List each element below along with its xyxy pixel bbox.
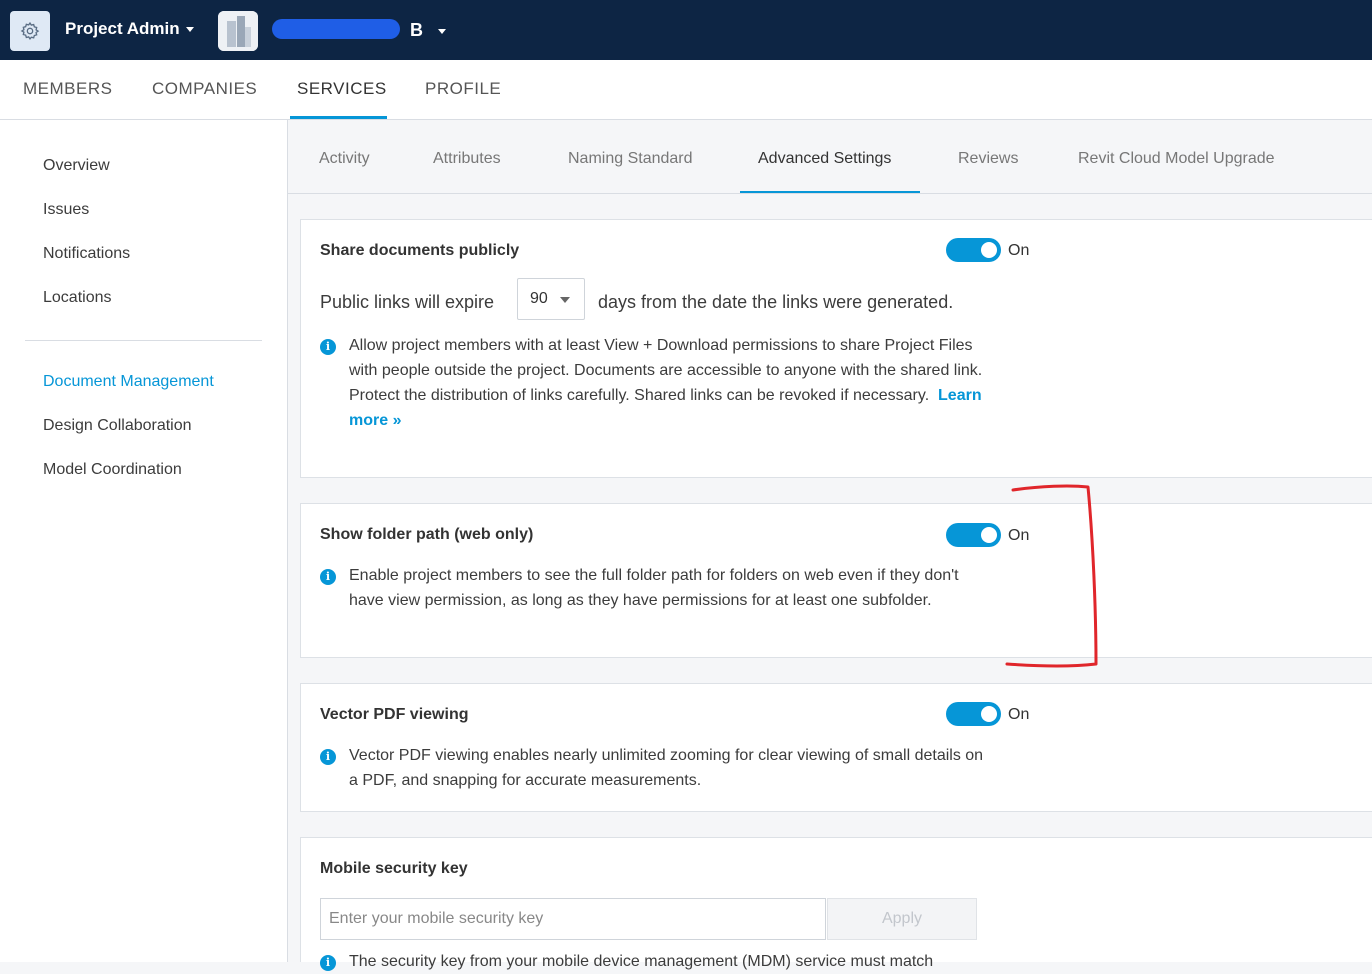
active-subtab-indicator xyxy=(740,191,920,193)
project-name[interactable]: B xyxy=(410,20,423,41)
vector-pdf-info: Vector PDF viewing enables nearly unlimi… xyxy=(349,747,984,789)
mobile-key-title: Mobile security key xyxy=(320,860,468,877)
redacted-project-name xyxy=(272,19,400,39)
share-documents-info: Allow project members with at least View… xyxy=(349,333,989,433)
toggle-knob xyxy=(981,706,997,722)
sidebar-item-overview[interactable]: Overview xyxy=(43,157,110,175)
expire-days-value: 90 xyxy=(530,290,548,307)
info-icon: i xyxy=(320,749,336,765)
subtab-activity[interactable]: Activity xyxy=(319,150,370,168)
subtab-reviews[interactable]: Reviews xyxy=(958,150,1018,168)
subtab-naming-standard[interactable]: Naming Standard xyxy=(568,150,693,168)
sidebar-item-design-collaboration[interactable]: Design Collaboration xyxy=(43,417,192,435)
share-info-line-1: Allow project members with at least View… xyxy=(349,337,983,379)
expire-label: Public links will expire xyxy=(320,292,495,312)
building-icon xyxy=(218,11,258,51)
tab-profile[interactable]: PROFILE xyxy=(425,79,501,99)
vector-pdf-toggle-label: On xyxy=(1008,706,1030,723)
sidebar-item-locations[interactable]: Locations xyxy=(43,289,112,307)
chevron-down-icon[interactable] xyxy=(438,29,446,34)
main-nav: MEMBERS COMPANIES SERVICES PROFILE xyxy=(0,60,1372,120)
vector-pdf-toggle[interactable] xyxy=(946,702,1001,726)
gear-icon xyxy=(20,21,40,41)
apply-button[interactable]: Apply xyxy=(827,898,977,940)
chevron-down-icon xyxy=(185,27,194,33)
mobile-key-card: Mobile security key Apply i The security… xyxy=(300,837,1372,971)
app-title-dropdown[interactable]: Project Admin xyxy=(65,19,194,39)
share-documents-card: Share documents publicly On Public links… xyxy=(300,219,1372,478)
share-documents-toggle[interactable] xyxy=(946,238,1001,262)
share-documents-title: Share documents publicly xyxy=(320,242,520,259)
folder-path-info: Enable project members to see the full f… xyxy=(349,567,959,609)
tab-services[interactable]: SERVICES xyxy=(297,79,387,99)
mobile-key-input[interactable] xyxy=(320,898,826,940)
info-icon: i xyxy=(320,339,336,355)
subtab-attributes[interactable]: Attributes xyxy=(433,150,501,168)
share-info-protect: Protect the distribution of links carefu… xyxy=(349,387,930,404)
subtab-revit-cloud-model-upgrade[interactable]: Revit Cloud Model Upgrade xyxy=(1078,150,1275,168)
folder-path-toggle-label: On xyxy=(1008,527,1030,544)
sidebar-item-issues[interactable]: Issues xyxy=(43,201,89,219)
chevron-down-icon xyxy=(560,297,570,303)
sub-tabs: Activity Attributes Naming Standard Adva… xyxy=(288,120,1372,194)
settings-gear-button[interactable] xyxy=(10,11,50,51)
project-thumbnail[interactable] xyxy=(218,11,258,51)
sidebar-item-notifications[interactable]: Notifications xyxy=(43,245,130,263)
tab-members[interactable]: MEMBERS xyxy=(23,79,112,99)
sidebar: Overview Issues Notifications Locations … xyxy=(0,120,288,962)
tab-companies[interactable]: COMPANIES xyxy=(152,79,257,99)
folder-path-title: Show folder path (web only) xyxy=(320,526,534,543)
sidebar-item-model-coordination[interactable]: Model Coordination xyxy=(43,461,182,479)
info-icon: i xyxy=(320,569,336,585)
vector-pdf-title: Vector PDF viewing xyxy=(320,706,469,723)
folder-path-card: Show folder path (web only) On i Enable … xyxy=(300,503,1372,658)
sidebar-item-document-management[interactable]: Document Management xyxy=(43,373,214,391)
app-title: Project Admin xyxy=(65,19,180,38)
active-tab-indicator xyxy=(290,116,387,119)
vector-pdf-card: Vector PDF viewing On i Vector PDF viewi… xyxy=(300,683,1372,812)
share-info-line-2: Protect the distribution of links carefu… xyxy=(349,383,989,433)
expire-suffix: days from the date the links were genera… xyxy=(598,292,954,312)
subtab-advanced-settings[interactable]: Advanced Settings xyxy=(758,150,891,168)
toggle-knob xyxy=(981,242,997,258)
expire-days-select[interactable]: 90 xyxy=(517,278,585,320)
top-bar: Project Admin B xyxy=(0,0,1372,60)
toggle-knob xyxy=(981,527,997,543)
folder-path-toggle[interactable] xyxy=(946,523,1001,547)
info-icon: i xyxy=(320,955,336,971)
sidebar-divider xyxy=(25,340,262,341)
share-documents-toggle-label: On xyxy=(1008,242,1030,259)
